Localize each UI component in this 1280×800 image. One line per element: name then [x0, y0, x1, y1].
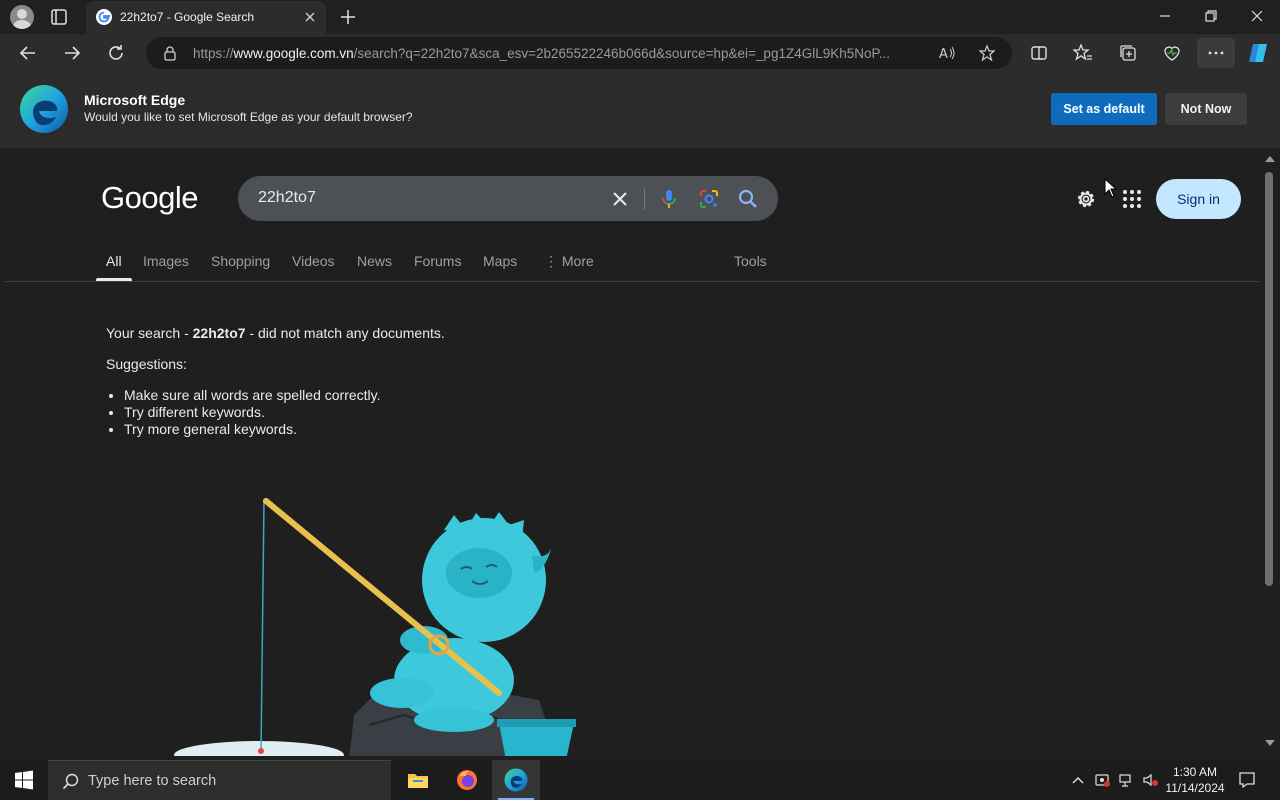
list-item: Try more general keywords.	[124, 421, 445, 438]
forward-arrow-icon[interactable]	[61, 42, 83, 64]
edge-logo-icon	[20, 85, 68, 133]
clear-search-icon[interactable]	[609, 188, 631, 210]
edge-icon	[504, 768, 528, 792]
address-bar[interactable]: https://www.google.com.vn/search?q=22h2t…	[146, 37, 1012, 69]
not-now-button[interactable]: Not Now	[1165, 93, 1247, 125]
active-browser-tab[interactable]: 22h2to7 - Google Search	[86, 1, 326, 34]
restore-icon[interactable]	[1201, 6, 1221, 26]
svg-text:A: A	[939, 47, 948, 62]
scroll-down-icon[interactable]	[1265, 740, 1275, 746]
taskbar-search-box[interactable]: Type here to search	[48, 760, 391, 800]
no-match-text: Your search - 22h2to7 - did not match an…	[106, 325, 445, 341]
lock-icon[interactable]	[162, 45, 178, 61]
read-aloud-icon[interactable]: A	[938, 44, 956, 62]
google-favicon-icon	[96, 9, 112, 25]
network-icon[interactable]	[1118, 772, 1134, 788]
meet-now-icon[interactable]	[1094, 772, 1110, 788]
set-as-default-button[interactable]: Set as default	[1051, 93, 1157, 125]
url-text[interactable]: https://www.google.com.vn/search?q=22h2t…	[193, 46, 923, 61]
banner-title: Microsoft Edge	[84, 92, 186, 108]
gear-icon[interactable]	[1074, 187, 1098, 211]
tab-images[interactable]: Images	[143, 253, 189, 269]
mouse-cursor-icon	[1104, 178, 1118, 198]
no-results-message: Your search - 22h2to7 - did not match an…	[106, 325, 445, 438]
clock-time: 1:30 AM	[1172, 765, 1218, 779]
tab-more-label: More	[561, 253, 594, 269]
scroll-up-icon[interactable]	[1265, 156, 1275, 162]
search-nav-tabs: All Images Shopping Videos News Forums M…	[4, 246, 1260, 282]
tab-more[interactable]: ⋮ More	[544, 253, 594, 270]
search-input[interactable]	[258, 186, 598, 210]
active-tab-indicator	[96, 278, 132, 281]
tab-news[interactable]: News	[357, 253, 392, 269]
system-clock[interactable]: 1:30 AM 11/14/2024	[1162, 764, 1228, 796]
volume-muted-icon[interactable]	[1142, 772, 1158, 788]
suggestions-list: Make sure all words are spelled correctl…	[124, 387, 445, 438]
taskbar-search-placeholder: Type here to search	[88, 773, 217, 789]
copilot-icon[interactable]	[1246, 41, 1270, 65]
google-logo[interactable]: Google	[101, 180, 198, 216]
banner-subtitle: Would you like to set Microsoft Edge as …	[84, 110, 413, 124]
browser-tab-bar: 22h2to7 - Google Search	[0, 0, 1280, 34]
new-tab-icon[interactable]	[338, 7, 358, 27]
tab-maps[interactable]: Maps	[483, 253, 517, 269]
tools-button[interactable]: Tools	[734, 253, 767, 269]
list-item: Try different keywords.	[124, 404, 445, 421]
tab-close-icon[interactable]	[302, 9, 318, 25]
tab-videos[interactable]: Videos	[292, 253, 335, 269]
clock-date: 11/14/2024	[1165, 781, 1225, 795]
windows-start-icon[interactable]	[14, 770, 34, 790]
tab-all[interactable]: All	[106, 253, 122, 269]
scroll-thumb[interactable]	[1265, 172, 1273, 586]
search-box[interactable]	[238, 176, 778, 221]
notification-center-icon[interactable]	[1238, 771, 1256, 789]
default-browser-banner: Microsoft Edge Would you like to set Mic…	[0, 72, 1280, 148]
favorite-star-icon[interactable]	[978, 44, 996, 62]
split-screen-icon[interactable]	[1029, 43, 1049, 63]
back-arrow-icon[interactable]	[17, 42, 39, 64]
list-item: Make sure all words are spelled correctl…	[124, 387, 445, 404]
page-viewport: Google Sign in	[4, 150, 1260, 756]
google-apps-icon[interactable]	[1121, 188, 1143, 210]
file-explorer-app[interactable]	[394, 760, 442, 800]
tab-shopping[interactable]: Shopping	[211, 253, 270, 269]
microphone-icon[interactable]	[658, 188, 680, 210]
google-lens-icon[interactable]	[698, 188, 720, 210]
tab-forums[interactable]: Forums	[414, 253, 461, 269]
page-scrollbar[interactable]	[1260, 150, 1280, 756]
firefox-icon	[457, 770, 477, 790]
fishing-yeti-illustration	[174, 498, 576, 756]
favorites-icon[interactable]	[1073, 43, 1093, 63]
edge-app[interactable]	[492, 760, 540, 800]
minimize-icon[interactable]	[1155, 6, 1175, 26]
folder-icon	[408, 774, 428, 788]
window-close-icon[interactable]	[1247, 6, 1267, 26]
collections-icon[interactable]	[1118, 43, 1138, 63]
firefox-app[interactable]	[443, 760, 491, 800]
settings-and-more-button[interactable]	[1197, 38, 1235, 68]
search-divider	[644, 188, 645, 210]
sign-in-button[interactable]: Sign in	[1156, 179, 1241, 219]
suggestions-heading: Suggestions:	[106, 356, 187, 372]
tab-title: 22h2to7 - Google Search	[120, 10, 255, 24]
tab-actions-icon[interactable]	[50, 8, 68, 26]
search-icon[interactable]	[737, 188, 759, 210]
search-icon	[62, 773, 79, 790]
browser-essentials-icon[interactable]	[1162, 43, 1182, 63]
windows-taskbar: Type here to search 1:30 AM 11/14/2024	[0, 760, 1280, 800]
show-hidden-icons-chevron-icon[interactable]	[1070, 772, 1086, 788]
profile-avatar-icon[interactable]	[10, 5, 34, 29]
refresh-icon[interactable]	[105, 42, 127, 64]
more-dots-icon	[1208, 51, 1224, 55]
more-vertical-dots-icon: ⋮	[544, 253, 562, 269]
browser-toolbar: https://www.google.com.vn/search?q=22h2t…	[0, 34, 1280, 72]
